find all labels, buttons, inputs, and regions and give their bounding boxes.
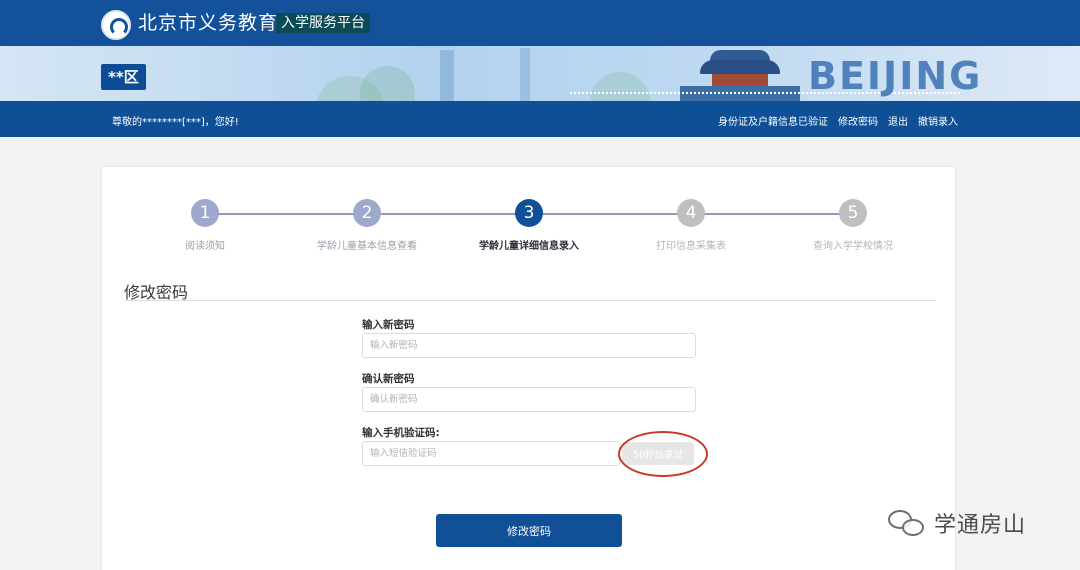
nav-links: 身份证及户籍信息已验证 修改密码 退出 撤销录入 xyxy=(718,113,958,128)
user-navbar: 尊敬的********[***]，您好! 身份证及户籍信息已验证 修改密码 退出… xyxy=(0,101,1080,137)
main-card: 1 阅读须知 2 学龄儿童基本信息查看 3 学龄儿童详细信息录入 4 打印信息采… xyxy=(101,166,956,570)
banner-beijing-text: BEIJING xyxy=(808,54,983,98)
new-password-input[interactable] xyxy=(362,333,696,358)
nav-link-revoke-entry[interactable]: 撤销录入 xyxy=(918,113,958,128)
watermark: 学通房山 xyxy=(888,505,1026,541)
step-number: 4 xyxy=(677,199,705,227)
step-1: 1 阅读须知 xyxy=(125,199,285,252)
banner-tower-icon xyxy=(440,50,454,101)
watermark-text: 学通房山 xyxy=(934,513,1027,538)
district-badge: **区 xyxy=(101,64,146,90)
confirm-password-input[interactable] xyxy=(362,387,696,412)
step-label: 查询入学学校情况 xyxy=(813,241,893,252)
nav-link-logout[interactable]: 退出 xyxy=(888,113,908,128)
temple-body-icon xyxy=(712,74,768,86)
step-number: 2 xyxy=(353,199,381,227)
confirm-password-label: 确认新密码 xyxy=(362,373,415,385)
temple-roof-icon xyxy=(700,60,780,74)
new-password-row: 输入新密码 xyxy=(362,317,698,358)
site-title: 北京市义务教育 xyxy=(138,12,279,34)
red-circle-highlight xyxy=(618,431,708,477)
confirm-password-row: 确认新密码 xyxy=(362,371,698,412)
banner-tower-icon xyxy=(520,48,530,101)
step-label: 打印信息采集表 xyxy=(656,241,726,252)
sms-code-group: 50秒后重试 xyxy=(362,431,708,477)
site-subtitle-badge: 入学服务平台 xyxy=(276,13,370,33)
nav-link-change-password[interactable]: 修改密码 xyxy=(838,113,878,128)
nav-link-id-verified[interactable]: 身份证及户籍信息已验证 xyxy=(718,113,828,128)
step-label: 学龄儿童基本信息查看 xyxy=(317,241,417,252)
wechat-icon xyxy=(888,508,928,538)
top-header: 北京市义务教育 入学服务平台 xyxy=(0,0,1080,46)
user-greeting: 尊敬的********[***]，您好! xyxy=(112,117,239,128)
step-5: 5 查询入学学校情况 xyxy=(773,199,933,252)
step-number: 5 xyxy=(839,199,867,227)
step-2: 2 学龄儿童基本信息查看 xyxy=(287,199,447,252)
banner-decor-circle xyxy=(360,66,415,101)
step-3: 3 学龄儿童详细信息录入 xyxy=(449,199,609,252)
step-number: 1 xyxy=(191,199,219,227)
section-divider xyxy=(124,300,936,301)
progress-steps: 1 阅读须知 2 学龄儿童基本信息查看 3 学龄儿童详细信息录入 4 打印信息采… xyxy=(102,199,957,259)
submit-change-password-button[interactable]: 修改密码 xyxy=(436,514,622,547)
new-password-label: 输入新密码 xyxy=(362,319,415,331)
step-number: 3 xyxy=(515,199,543,227)
beijing-education-logo-icon xyxy=(101,10,131,40)
step-label: 学龄儿童详细信息录入 xyxy=(479,241,579,252)
step-label: 阅读须知 xyxy=(185,241,225,252)
step-4: 4 打印信息采集表 xyxy=(611,199,771,252)
banner: BEIJING **区 xyxy=(0,46,1080,101)
sms-code-row: 输入手机验证码: 50秒后重试 xyxy=(362,425,708,477)
sms-code-input[interactable] xyxy=(362,441,620,466)
